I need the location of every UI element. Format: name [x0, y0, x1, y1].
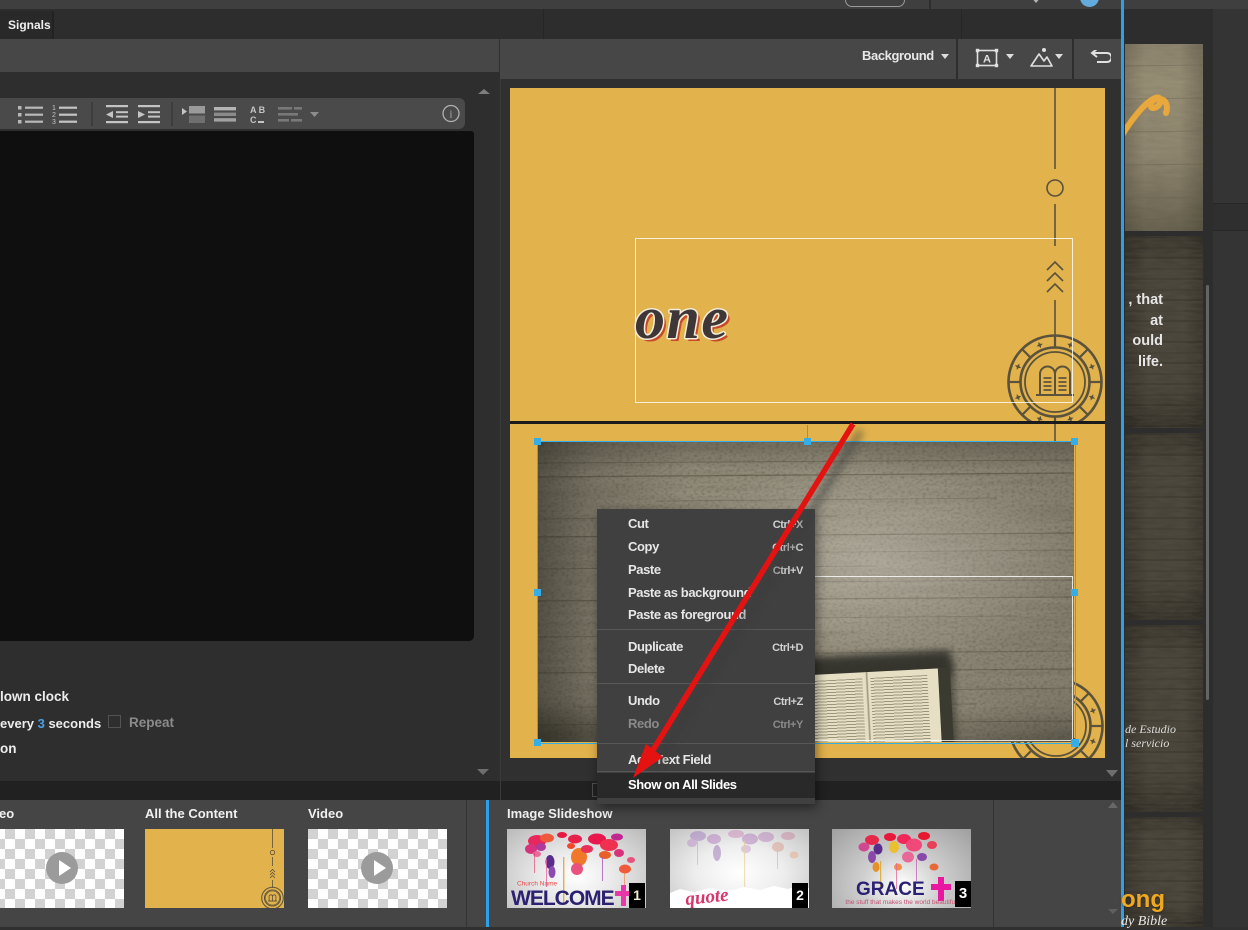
svg-text:3: 3 — [52, 119, 56, 126]
svg-text:the stuff that makes the world: the stuff that makes the world beautiful — [845, 899, 957, 906]
svg-text:WELCOME: WELCOME — [511, 887, 615, 908]
svg-text:C: C — [250, 115, 257, 125]
svg-text:A: A — [983, 54, 991, 66]
svg-text:quote: quote — [684, 885, 730, 908]
svg-text:1: 1 — [52, 105, 56, 112]
svg-text:A B: A B — [250, 105, 266, 115]
svg-text:i: i — [450, 109, 453, 120]
svg-text:2: 2 — [52, 112, 56, 119]
svg-text:GRACE: GRACE — [856, 879, 925, 900]
